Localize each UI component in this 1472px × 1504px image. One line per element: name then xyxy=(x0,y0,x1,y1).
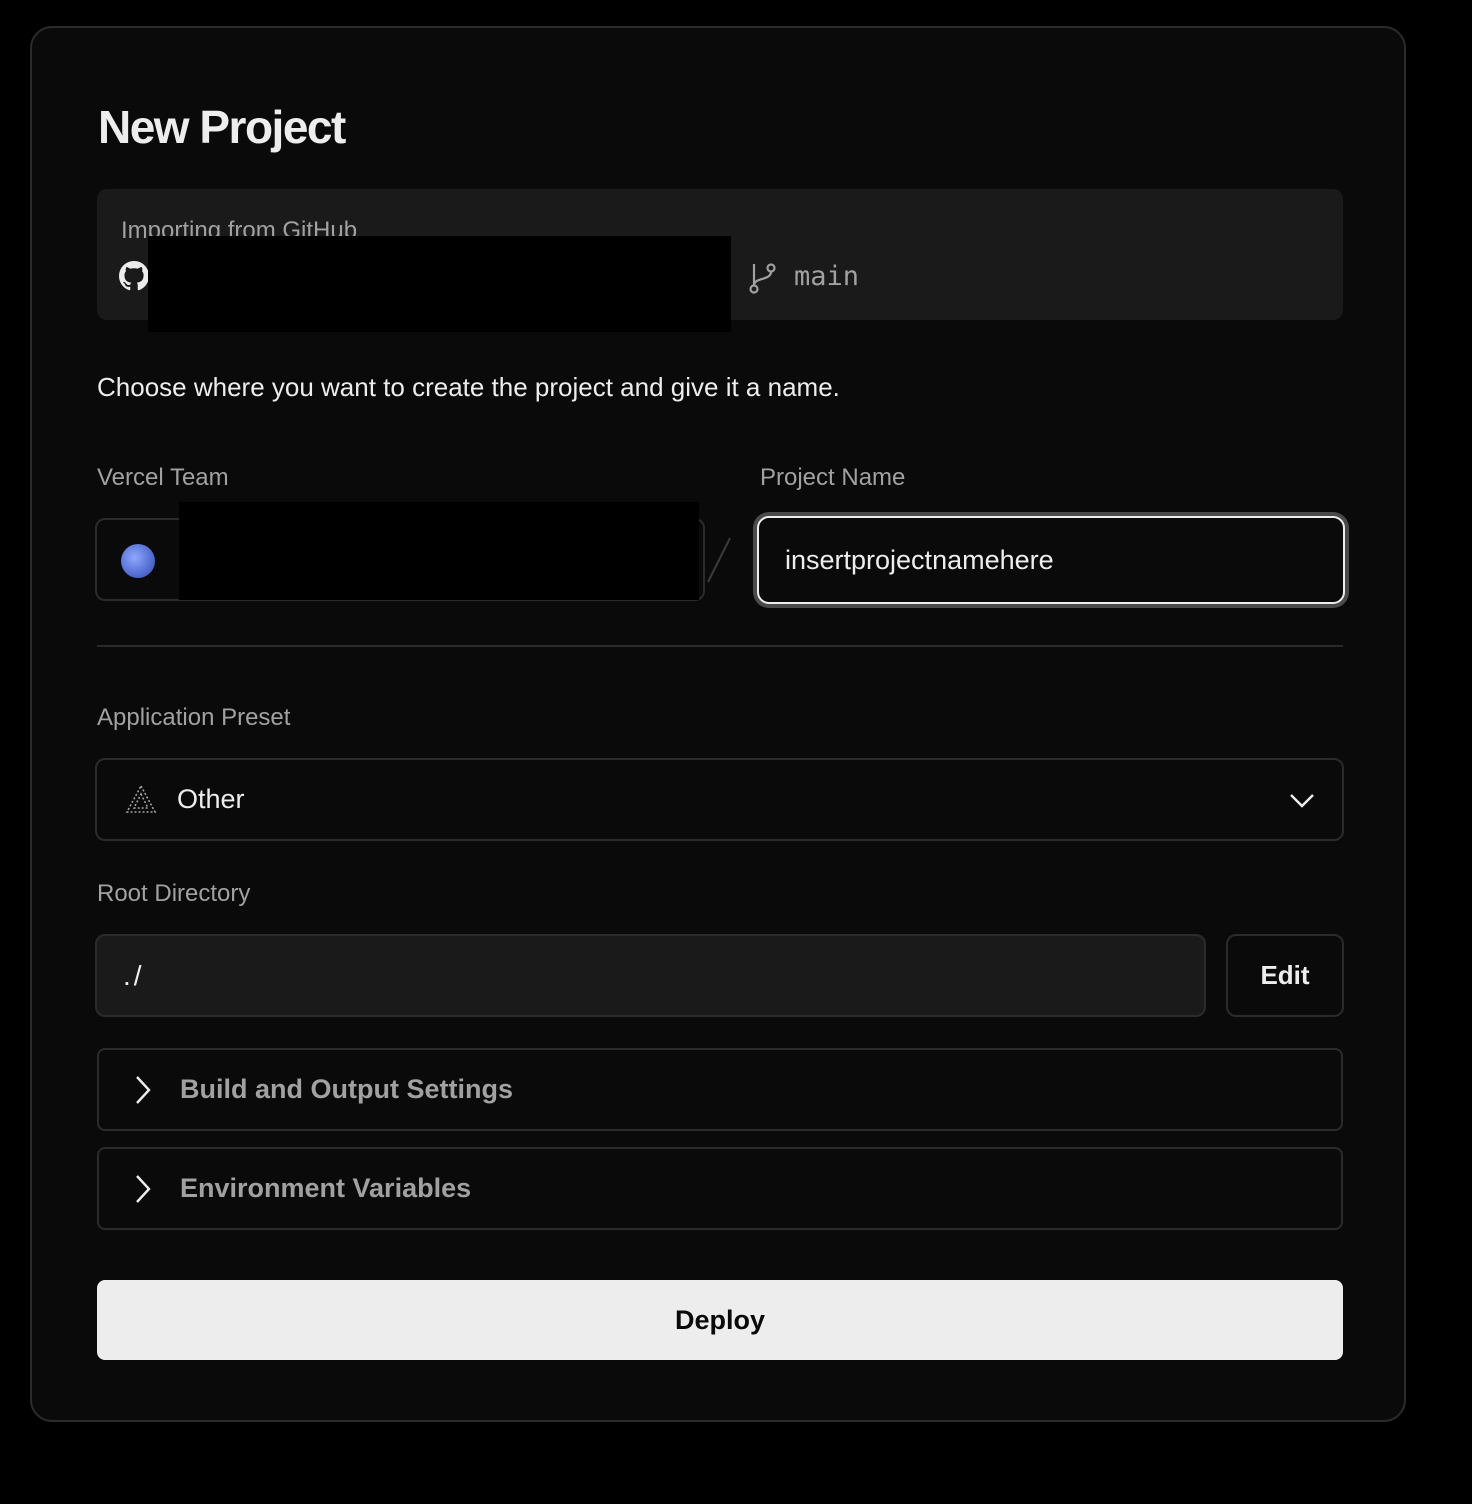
build-output-settings-label: Build and Output Settings xyxy=(180,1074,513,1104)
project-name-label: Project Name xyxy=(760,464,906,491)
build-output-settings-toggle[interactable]: Build and Output Settings xyxy=(97,1048,1343,1131)
framework-triangle-icon xyxy=(125,784,157,813)
vercel-team-label: Vercel Team xyxy=(97,464,229,491)
chevron-right-icon xyxy=(136,1175,151,1203)
environment-variables-label: Environment Variables xyxy=(180,1173,472,1203)
application-preset-select[interactable]: Other xyxy=(95,758,1344,841)
slash-separator xyxy=(707,537,731,583)
environment-variables-toggle[interactable]: Environment Variables xyxy=(97,1147,1343,1230)
application-preset-label: Application Preset xyxy=(97,704,291,731)
chevron-right-icon xyxy=(136,1076,151,1104)
deploy-button[interactable]: Deploy xyxy=(97,1280,1343,1360)
root-directory-label: Root Directory xyxy=(97,880,251,907)
section-divider xyxy=(97,645,1343,647)
page-title: New Project xyxy=(98,101,346,153)
git-branch-icon xyxy=(749,263,776,294)
chevron-down-icon xyxy=(1290,794,1314,808)
github-icon xyxy=(119,261,149,291)
edit-root-directory-button[interactable]: Edit xyxy=(1226,934,1344,1017)
preset-value: Other xyxy=(177,784,245,814)
team-avatar xyxy=(121,544,155,578)
project-name-input[interactable] xyxy=(757,516,1345,604)
new-project-card: New Project Importing from GitHub main C… xyxy=(30,26,1406,1422)
redacted-team-name xyxy=(179,502,699,600)
redacted-repo-name xyxy=(148,236,731,332)
branch-name: main xyxy=(794,261,860,292)
root-directory-input[interactable] xyxy=(95,934,1206,1017)
instructions-text: Choose where you want to create the proj… xyxy=(97,372,840,402)
